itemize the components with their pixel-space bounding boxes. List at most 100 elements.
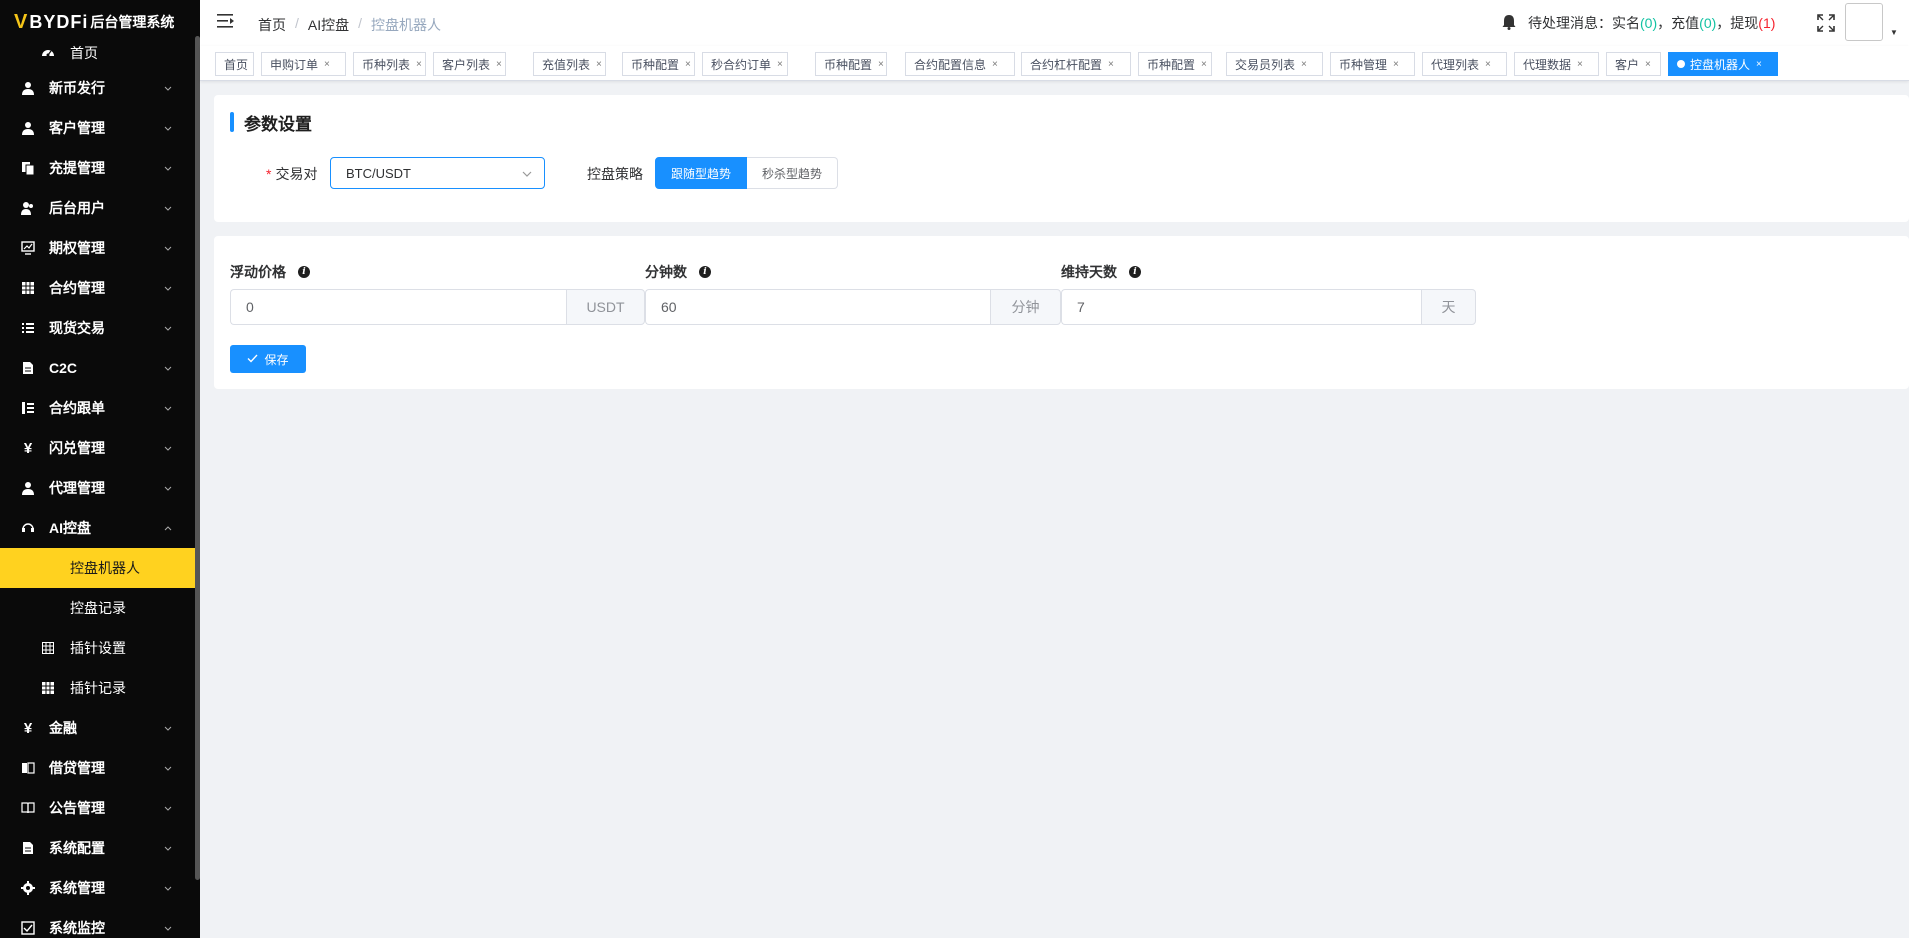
sidebar-item-system-admin[interactable]: 系统管理 (0, 868, 195, 908)
breadcrumb-item-ai-control[interactable]: AI控盘 (308, 15, 349, 35)
dashboard-icon (40, 45, 56, 61)
sidebar-item-label: 控盘记录 (70, 600, 126, 616)
sidebar-item-announcements[interactable]: 公告管理 (0, 788, 195, 828)
tag-control-robot[interactable]: 控盘机器人 × (1668, 52, 1778, 76)
breadcrumb-item-current: 控盘机器人 (371, 17, 442, 33)
close-icon[interactable]: × (1201, 59, 1207, 70)
close-icon[interactable]: × (1301, 59, 1307, 70)
chevron-down-icon (163, 241, 173, 257)
close-icon[interactable]: × (777, 59, 783, 70)
close-icon[interactable]: × (685, 59, 691, 70)
close-icon[interactable]: × (416, 59, 422, 70)
bell-icon[interactable] (1502, 14, 1516, 33)
sidebar-item-ai-control[interactable]: AI控盘 (0, 508, 195, 548)
close-icon[interactable]: × (1393, 59, 1399, 70)
strategy-spike-button[interactable]: 秒杀型趋势 (747, 157, 839, 189)
float-price-label: 浮动价格 i (230, 262, 310, 282)
pair-select[interactable]: BTC/USDT (330, 157, 545, 189)
tag-trader-list[interactable]: 交易员列表 × (1226, 52, 1323, 76)
pending-messages[interactable]: 待处理消息： 实名 (0) ， 充值 (0) ， 提现 (1) (1502, 13, 1775, 33)
sidebar-item-spike-records[interactable]: 插针记录 (0, 668, 195, 708)
days-input[interactable]: 7 (1061, 289, 1421, 325)
days-group: 7 天 (1061, 289, 1476, 325)
sidebar-item-copy-trading[interactable]: 合约跟单 (0, 388, 195, 428)
sidebar-item-loans[interactable]: 借贷管理 (0, 748, 195, 788)
close-icon[interactable]: × (1645, 59, 1651, 70)
yen-icon: ¥ (23, 719, 33, 737)
user-icon (20, 120, 36, 136)
info-icon[interactable]: i (298, 266, 310, 278)
tag-contract-config-info[interactable]: 合约配置信息 × (905, 52, 1015, 76)
sidebar-item-options[interactable]: 期权管理 (0, 228, 195, 268)
chevron-down-icon (163, 841, 173, 857)
sidebar-item-finance[interactable]: ¥ 金融 (0, 708, 195, 748)
close-icon[interactable]: × (1756, 59, 1762, 70)
sidebar-item-spot[interactable]: 现货交易 (0, 308, 195, 348)
tag-deposit-list[interactable]: 充值列表 × (533, 52, 606, 76)
tag-subscribe-orders[interactable]: 申购订单 × (261, 52, 346, 76)
close-icon[interactable]: × (496, 59, 502, 70)
tag-customer[interactable]: 客户 × (1606, 52, 1661, 76)
close-icon[interactable]: × (878, 59, 884, 70)
minutes-label: 分钟数 i (645, 262, 711, 282)
chevron-down-icon (163, 921, 173, 937)
fullscreen-icon[interactable] (1817, 14, 1835, 35)
notify-prefix: 待处理消息： (1528, 15, 1612, 31)
sidebar-item-label: 借贷管理 (49, 760, 105, 776)
sidebar-item-deposit-withdraw[interactable]: 充提管理 (0, 148, 195, 188)
sidebar-item-contracts[interactable]: 合约管理 (0, 268, 195, 308)
sidebar-scrollbar[interactable] (195, 36, 200, 880)
close-icon[interactable]: × (992, 59, 998, 70)
sidebar-item-control-robot[interactable]: 控盘机器人 (0, 548, 195, 588)
tag-agent-data[interactable]: 代理数据 × (1514, 52, 1599, 76)
info-icon[interactable]: i (1129, 266, 1141, 278)
chevron-down-icon (163, 361, 173, 377)
tag-customer-list[interactable]: 客户列表 × (433, 52, 506, 76)
sidebar-item-control-records[interactable]: 控盘记录 (0, 588, 195, 628)
close-icon[interactable]: × (596, 59, 602, 70)
sidebar-item-system-config[interactable]: 系统配置 (0, 828, 195, 868)
minutes-input[interactable]: 60 (645, 289, 990, 325)
sidebar-item-customers[interactable]: 客户管理 (0, 108, 195, 148)
deposit-count: 0 (1703, 15, 1712, 31)
sidebar-item-system-monitor[interactable]: 系统监控 (0, 908, 195, 938)
tag-coin-management[interactable]: 币种管理 × (1330, 52, 1415, 76)
float-price-unit: USDT (566, 289, 645, 325)
close-icon[interactable]: × (1108, 59, 1114, 70)
info-icon[interactable]: i (699, 266, 711, 278)
sidebar-item-spike-settings[interactable]: 插针设置 (0, 628, 195, 668)
tag-agent-list[interactable]: 代理列表 × (1422, 52, 1507, 76)
book-open-icon (20, 800, 36, 816)
chevron-down-icon (163, 881, 173, 897)
sidebar-item-label: 合约管理 (49, 280, 105, 296)
sidebar-item-c2c[interactable]: C2C (0, 348, 195, 388)
breadcrumb-item-home[interactable]: 首页 (258, 15, 286, 35)
strategy-follow-button[interactable]: 跟随型趋势 (655, 157, 748, 189)
avatar[interactable] (1845, 3, 1883, 41)
sidebar-item-label: 后台用户 (49, 200, 105, 216)
tag-contract-leverage-config[interactable]: 合约杠杆配置 × (1021, 52, 1131, 76)
save-button[interactable]: 保存 (230, 345, 306, 373)
tag-coin-config[interactable]: 币种配置 × (815, 52, 887, 76)
sidebar-item-agents[interactable]: 代理管理 (0, 468, 195, 508)
strategy-label: 控盘策略 (587, 166, 643, 182)
tag-coin-config[interactable]: 币种配置 × (622, 52, 695, 76)
close-icon[interactable]: × (1485, 59, 1491, 70)
caret-down-icon[interactable]: ▼ (1890, 28, 1898, 37)
float-price-input[interactable]: 0 (230, 289, 566, 325)
tag-coin-config[interactable]: 币种配置 × (1138, 52, 1212, 76)
close-icon[interactable]: × (324, 59, 330, 70)
table-icon (40, 680, 56, 696)
sidebar-item-new-coin[interactable]: 新币发行 (0, 68, 195, 108)
list-tree-icon (20, 400, 36, 416)
tag-coin-list[interactable]: 币种列表 × (353, 52, 426, 76)
sidebar-item-flash-swap[interactable]: ¥ 闪兑管理 (0, 428, 195, 468)
sidebar: V BYDFi 后台管理系统 首页 新币发行 客户管理 充提管理 后台用户 期权… (0, 0, 200, 938)
hamburger-icon[interactable] (217, 13, 235, 32)
close-icon[interactable]: × (1577, 59, 1583, 70)
chevron-down-icon (163, 441, 173, 457)
tag-second-contract-orders[interactable]: 秒合约订单 × (702, 52, 788, 76)
sidebar-item-admin-users[interactable]: 后台用户 (0, 188, 195, 228)
tag-home[interactable]: 首页 (215, 52, 254, 76)
sidebar-item-home[interactable]: 首页 (0, 38, 195, 68)
